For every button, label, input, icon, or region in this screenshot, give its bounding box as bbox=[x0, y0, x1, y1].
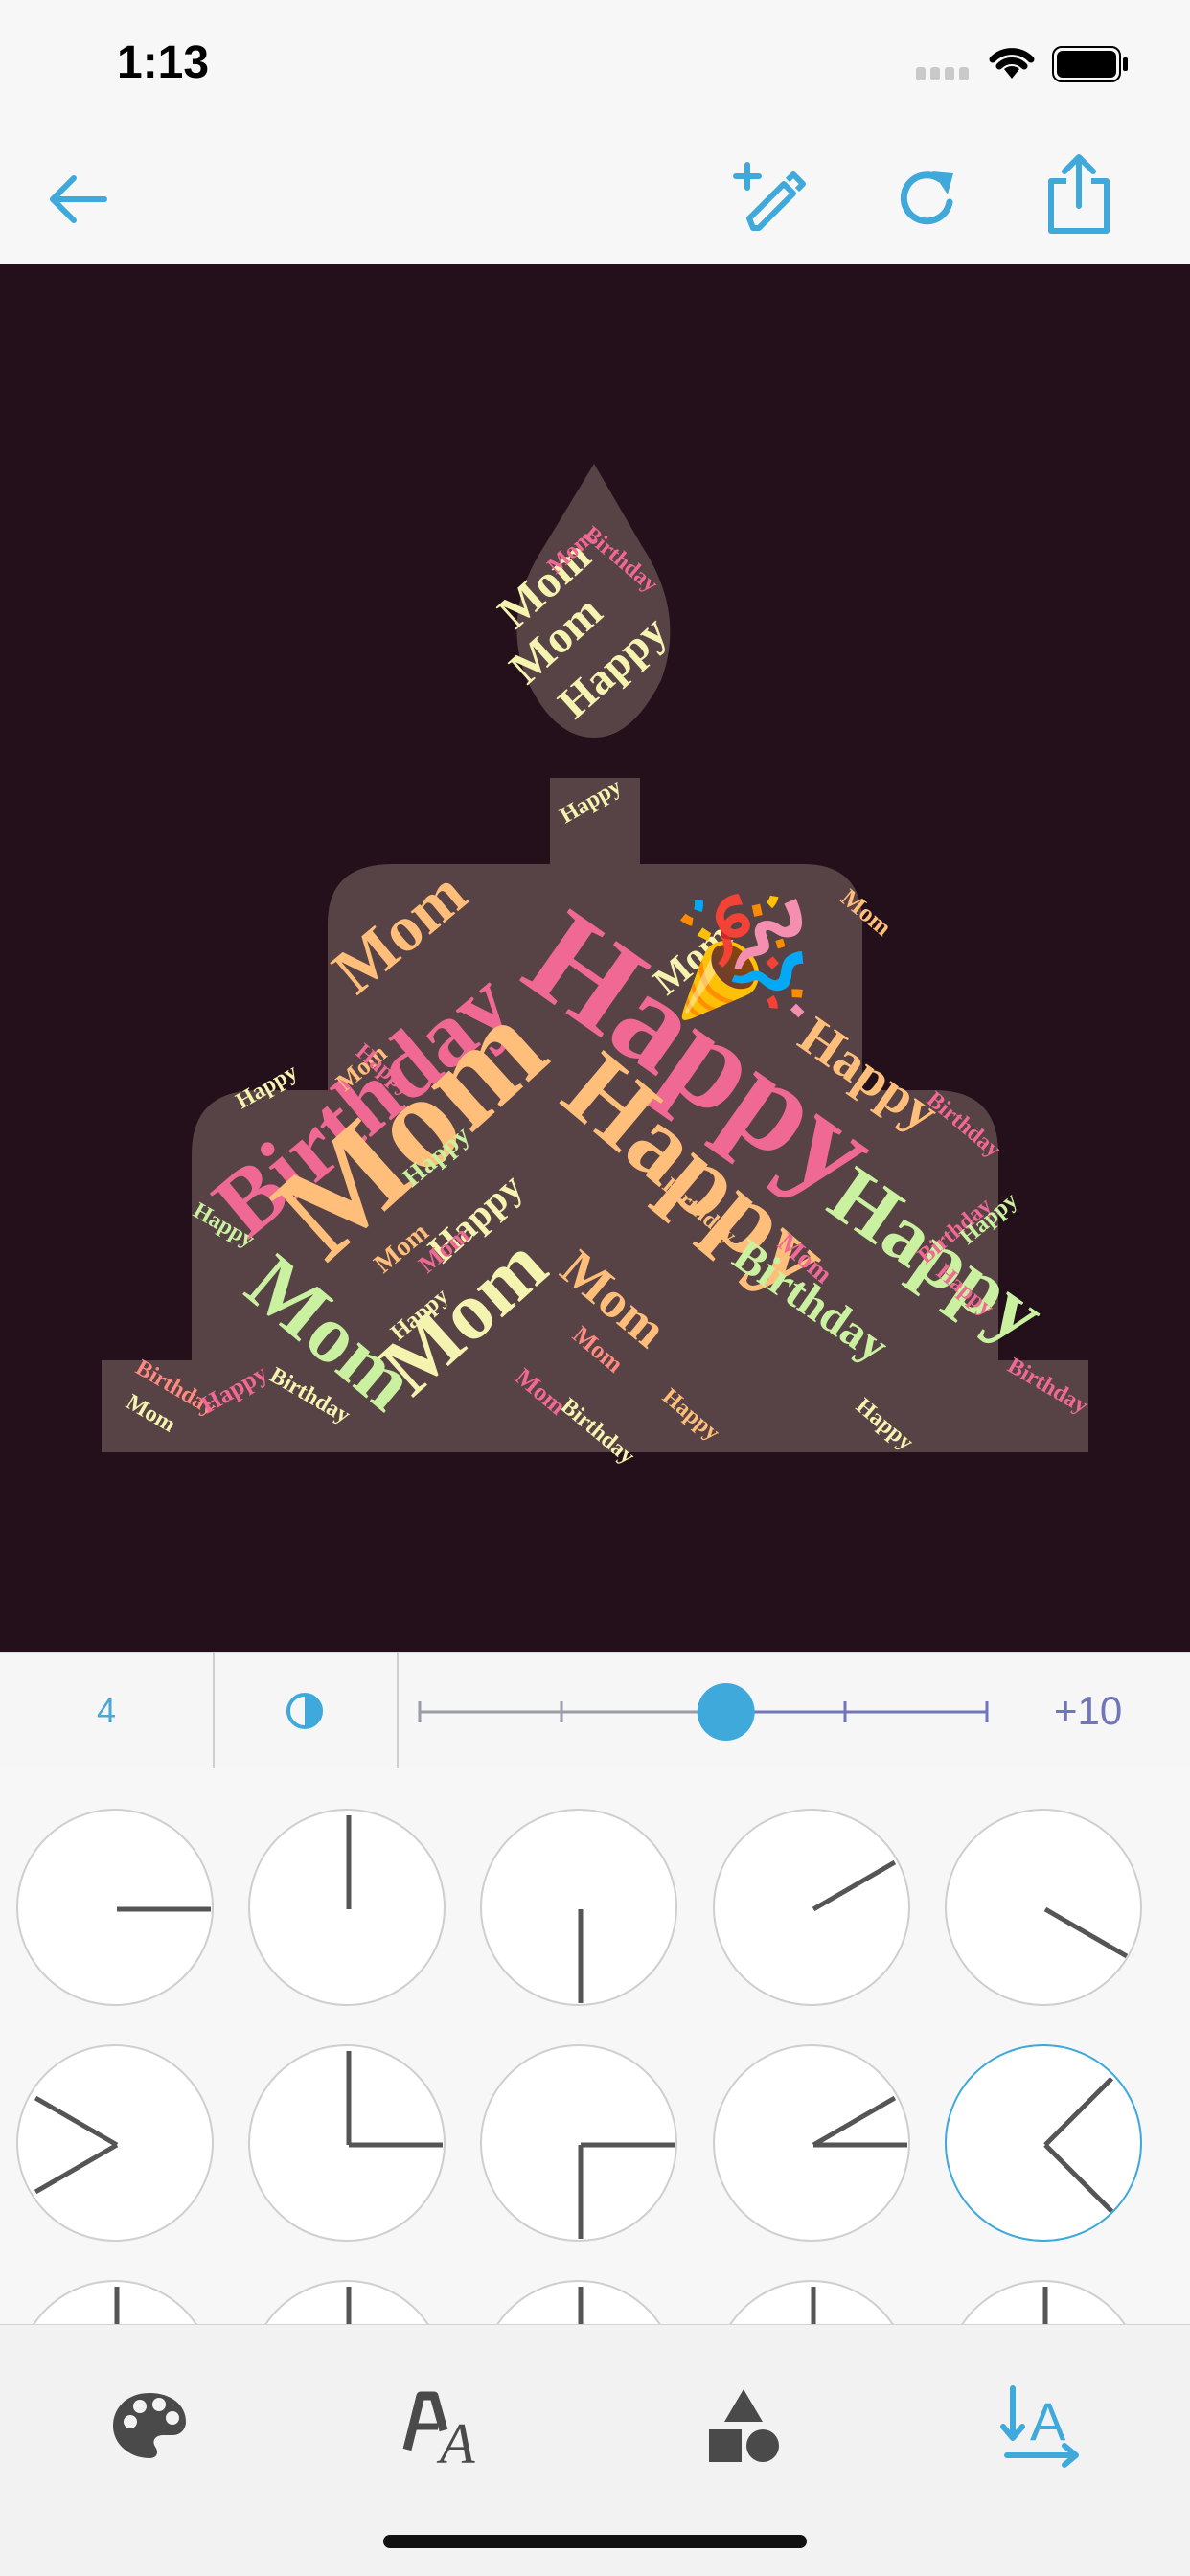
tab-fonts[interactable]: A bbox=[385, 2373, 500, 2478]
home-indicator bbox=[383, 2535, 807, 2548]
angle-glyph bbox=[812, 2095, 907, 2148]
slider-knob[interactable] bbox=[697, 1683, 755, 1741]
arrow-left-icon bbox=[50, 175, 107, 223]
edit-words-button[interactable] bbox=[730, 161, 807, 238]
angle-line bbox=[34, 2095, 119, 2148]
shapes-icon bbox=[709, 2389, 779, 2462]
angle-grid bbox=[0, 1768, 1190, 2324]
angle-option[interactable] bbox=[248, 1809, 446, 2006]
angle-glyph bbox=[1042, 2287, 1048, 2324]
status-bar: 1:13 bbox=[0, 0, 1190, 134]
tab-colors[interactable] bbox=[92, 2373, 207, 2478]
angle-glyph bbox=[346, 2287, 352, 2324]
angle-line bbox=[1043, 2076, 1114, 2147]
slider-value: +10 bbox=[1054, 1688, 1123, 1733]
angle-option[interactable] bbox=[713, 2044, 910, 2242]
text-orientation-icon: A bbox=[1000, 2385, 1079, 2468]
svg-text:A: A bbox=[436, 2412, 475, 2469]
angle-line bbox=[1043, 1906, 1129, 1959]
angle-glyph bbox=[346, 2051, 443, 2148]
angle-glyph bbox=[578, 2287, 584, 2324]
palette-icon bbox=[113, 2393, 186, 2458]
pencil-plus-icon bbox=[733, 162, 806, 231]
angle-glyph bbox=[811, 2287, 816, 2324]
word-cloud-canvas[interactable]: Happy Birthday Mom Mom Happy Happy Mom M… bbox=[0, 264, 1190, 1652]
angle-option[interactable] bbox=[16, 2044, 214, 2242]
angle-option[interactable] bbox=[945, 2280, 1142, 2324]
battery-icon bbox=[1052, 46, 1128, 82]
angle-line bbox=[812, 1859, 897, 1912]
angle-option[interactable] bbox=[713, 2280, 910, 2324]
angle-option[interactable] bbox=[945, 2044, 1142, 2242]
angle-glyph bbox=[1043, 2076, 1114, 2214]
angle-line bbox=[34, 2142, 119, 2195]
angle-glyph bbox=[34, 2095, 119, 2195]
angle-option[interactable] bbox=[713, 1809, 910, 2006]
share-icon bbox=[1048, 154, 1110, 234]
wifi-icon bbox=[989, 48, 1035, 79]
angle-glyph bbox=[346, 1815, 352, 1909]
refresh-icon bbox=[900, 171, 953, 225]
angle-option[interactable] bbox=[248, 2044, 446, 2242]
opacity-button[interactable] bbox=[213, 1653, 399, 1769]
angle-glyph bbox=[1043, 1906, 1129, 1959]
angle-line bbox=[1043, 2143, 1114, 2214]
angle-glyph bbox=[117, 1906, 211, 1912]
word-cloud: Happy Birthday Mom Mom Happy Happy Mom M… bbox=[102, 464, 1092, 1470]
angle-option[interactable] bbox=[480, 2044, 677, 2242]
opacity-drop-icon bbox=[286, 1693, 323, 1729]
angle-glyph bbox=[812, 1859, 897, 1912]
angle-glyph bbox=[578, 2142, 675, 2239]
tab-shapes[interactable] bbox=[686, 2373, 801, 2478]
angle-option[interactable] bbox=[945, 1809, 1142, 2006]
signal-icon bbox=[916, 67, 969, 80]
tab-layout[interactable]: A bbox=[985, 2373, 1100, 2478]
svg-text:A: A bbox=[1030, 2391, 1066, 2451]
word-count-value[interactable]: 4 bbox=[0, 1653, 215, 1769]
angle-option[interactable] bbox=[248, 2280, 446, 2324]
party-popper-icon: 🎉 bbox=[671, 892, 813, 1025]
angle-option[interactable] bbox=[16, 1809, 214, 2006]
angle-slider[interactable] bbox=[416, 1653, 991, 1769]
top-toolbar bbox=[0, 134, 1190, 264]
angle-option[interactable] bbox=[480, 1809, 677, 2006]
font-icon: A bbox=[402, 2391, 475, 2469]
refresh-button[interactable] bbox=[889, 161, 966, 238]
angle-option[interactable] bbox=[16, 2280, 214, 2324]
status-time: 1:13 bbox=[117, 37, 210, 88]
angle-glyph bbox=[114, 2287, 120, 2324]
angle-glyph bbox=[578, 1909, 584, 2003]
angle-option[interactable] bbox=[480, 2280, 677, 2324]
adjust-bar: 4 +10 bbox=[0, 1652, 1190, 1770]
angle-line bbox=[812, 2095, 897, 2148]
back-button[interactable] bbox=[38, 161, 115, 238]
share-button[interactable] bbox=[1041, 154, 1117, 234]
